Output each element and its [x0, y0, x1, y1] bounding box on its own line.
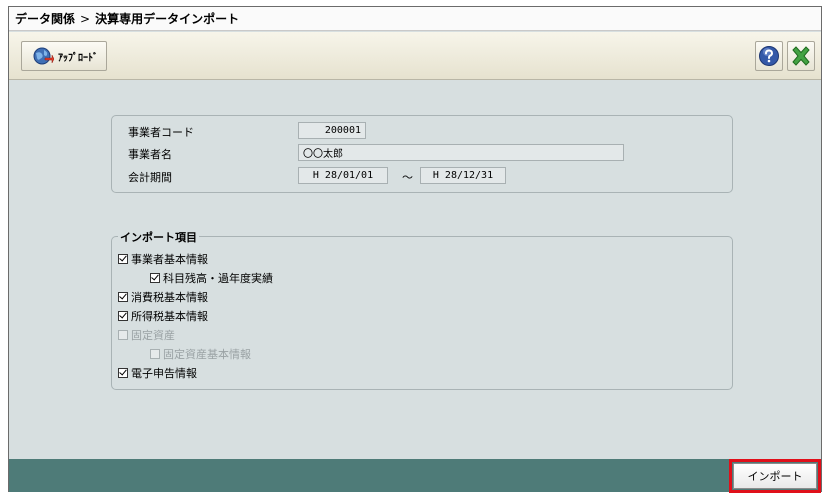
close-button[interactable] — [787, 41, 815, 71]
upload-globe-icon — [33, 47, 54, 65]
checkbox-box[interactable] — [118, 368, 128, 378]
period-start-field: H 28/01/01 — [298, 167, 388, 184]
footer-bar: インポート — [9, 459, 821, 493]
business-code-field: 200001 — [298, 122, 366, 139]
period-end-field: H 28/12/31 — [420, 167, 506, 184]
checkbox-box[interactable] — [118, 254, 128, 264]
checkbox-box[interactable] — [118, 311, 128, 321]
checkbox-account-balance[interactable]: 科目残高・過年度実績 — [150, 270, 273, 286]
checkbox-label: 固定資産 — [131, 329, 175, 342]
checkbox-fixed-assets: 固定資産 — [118, 327, 175, 343]
checkbox-label: 電子申告情報 — [131, 367, 197, 380]
business-info-group: 事業者コード 200001 事業者名 〇〇太郎 会計期間 H 28/01/01 … — [111, 115, 733, 193]
business-name-label: 事業者名 — [128, 148, 172, 161]
upload-label: ｱｯﾌﾟﾛｰﾄﾞ — [58, 52, 98, 64]
checkbox-consumption-tax-info[interactable]: 消費税基本情報 — [118, 289, 208, 305]
checkbox-box[interactable] — [150, 273, 160, 283]
breadcrumb-parent[interactable]: データ関係 — [15, 10, 75, 27]
checkbox-box — [150, 349, 160, 359]
business-code-label: 事業者コード — [128, 126, 194, 139]
import-items-legend: インポート項目 — [118, 229, 199, 245]
checkbox-income-tax-info[interactable]: 所得税基本情報 — [118, 308, 208, 324]
breadcrumb: データ関係 > 決算専用データインポート — [9, 7, 821, 31]
main-content: 事業者コード 200001 事業者名 〇〇太郎 会計期間 H 28/01/01 … — [9, 81, 821, 459]
import-items-group: インポート項目 事業者基本情報 科目残高・過年度実績 消費税基本情報 所得税基本… — [111, 229, 733, 390]
checkbox-box[interactable] — [118, 292, 128, 302]
import-button[interactable]: インポート — [729, 459, 821, 493]
checkbox-label: 所得税基本情報 — [131, 310, 208, 323]
checkbox-e-filing-info[interactable]: 電子申告情報 — [118, 365, 197, 381]
period-label: 会計期間 — [128, 171, 172, 184]
business-name-field: 〇〇太郎 — [298, 144, 624, 161]
checkbox-label: 科目残高・過年度実績 — [163, 272, 273, 285]
checkbox-label: 固定資産基本情報 — [163, 348, 251, 361]
checkbox-box — [118, 330, 128, 340]
help-icon — [759, 46, 779, 66]
checkbox-label: 消費税基本情報 — [131, 291, 208, 304]
close-icon — [792, 46, 810, 66]
checkbox-business-basic-info[interactable]: 事業者基本情報 — [118, 251, 208, 267]
checkbox-label: 事業者基本情報 — [131, 253, 208, 266]
page-title: 決算専用データインポート — [95, 12, 240, 26]
checkbox-fixed-assets-basic-info: 固定資産基本情報 — [150, 346, 251, 362]
upload-button[interactable]: ｱｯﾌﾟﾛｰﾄﾞ — [21, 41, 107, 71]
toolbar: ｱｯﾌﾟﾛｰﾄﾞ — [9, 32, 821, 80]
app-window: データ関係 > 決算専用データインポート ｱｯﾌﾟﾛｰﾄﾞ 事業者コード 200… — [8, 6, 822, 493]
help-button[interactable] — [755, 41, 783, 71]
period-separator: 〜 — [402, 171, 413, 184]
breadcrumb-separator: > — [80, 11, 91, 26]
